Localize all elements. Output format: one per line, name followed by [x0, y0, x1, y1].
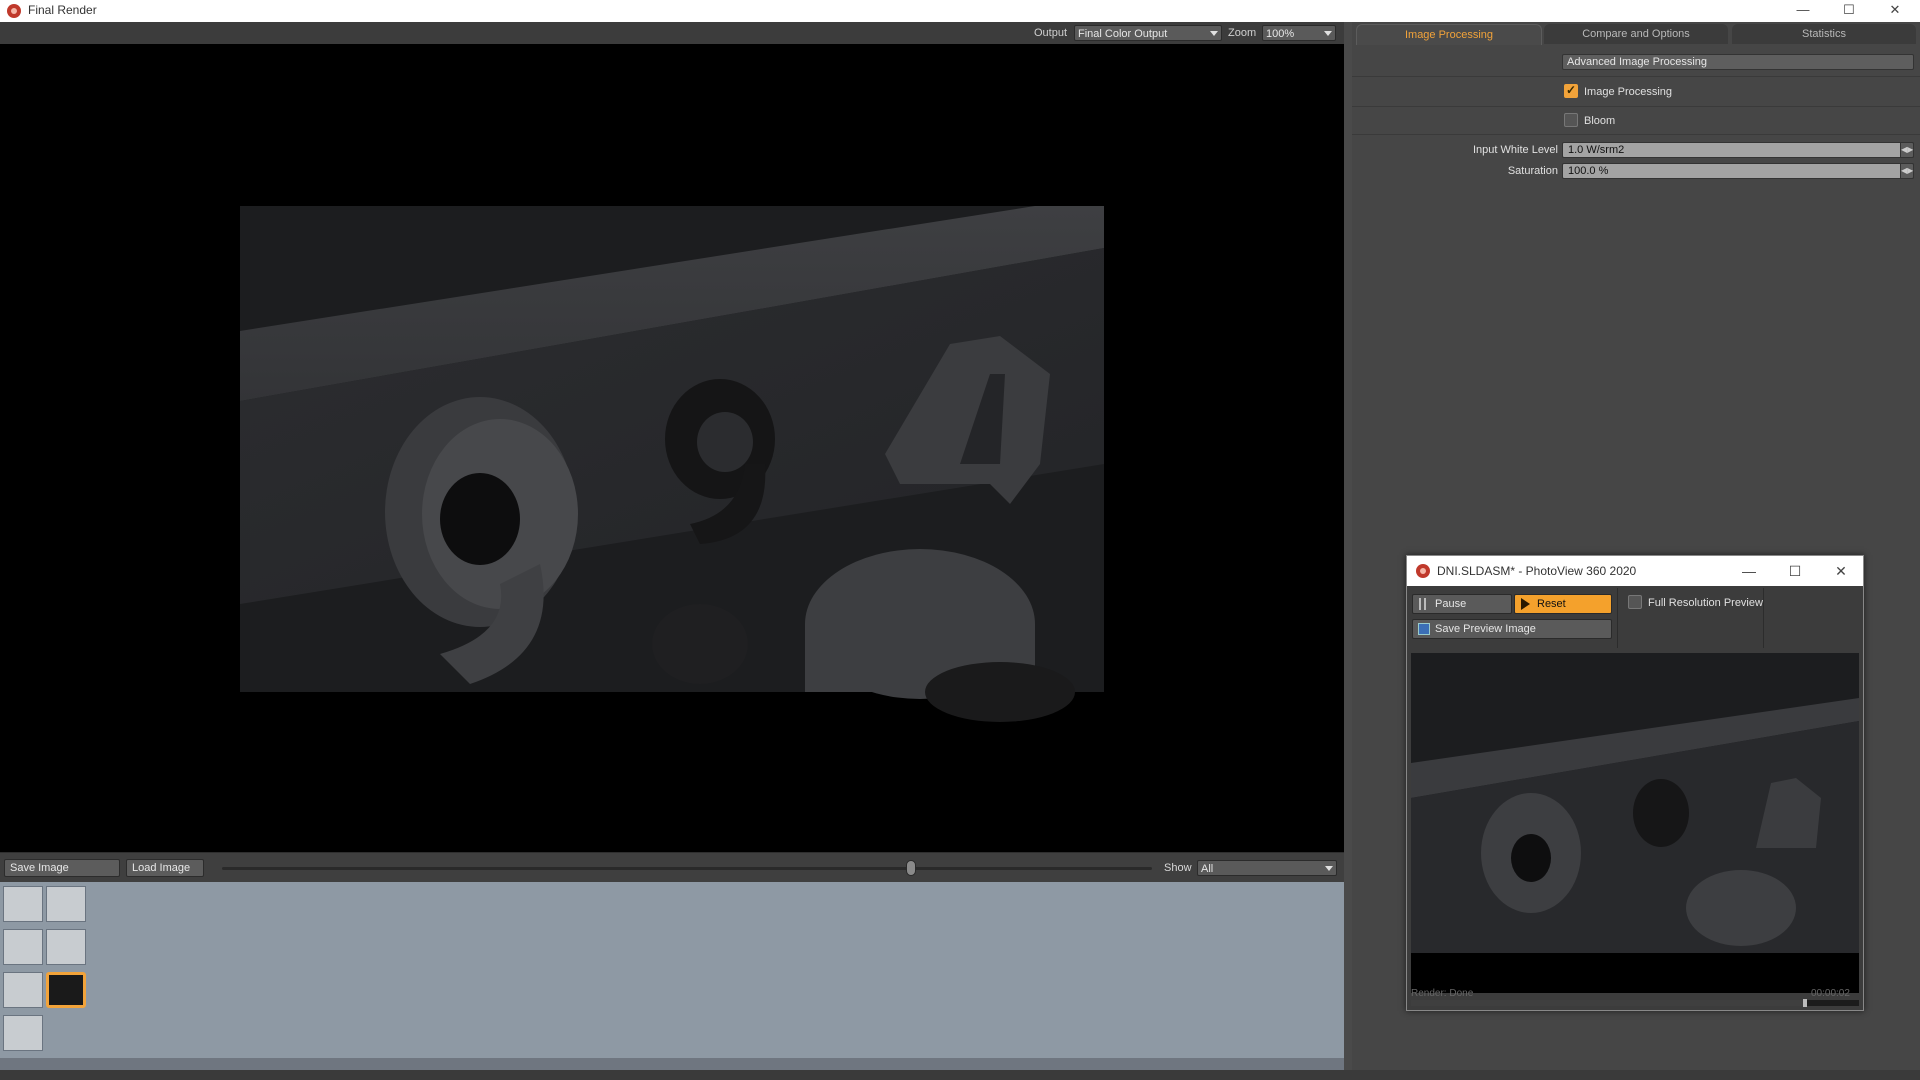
rendered-image — [240, 206, 1104, 722]
input-white-level-value: 1.0 W/srm2 — [1568, 144, 1625, 156]
pause-label: Pause — [1435, 598, 1467, 610]
minimize-button[interactable]: — — [1780, 0, 1826, 22]
divider — [1352, 76, 1920, 77]
dialog-maximize-button[interactable]: ☐ — [1777, 560, 1813, 582]
photoview-app-icon — [1416, 564, 1430, 578]
spinner-icon[interactable]: ◀▶ — [1900, 142, 1914, 158]
maximize-icon: ☐ — [1788, 563, 1802, 579]
render-viewport[interactable] — [0, 44, 1344, 852]
output-value: Final Color Output — [1078, 28, 1168, 40]
history-thumbnail[interactable] — [3, 886, 43, 922]
dialog-minimize-button[interactable]: — — [1731, 560, 1767, 582]
saturation-label: Saturation — [1507, 165, 1558, 177]
floppy-disk-icon — [1418, 623, 1430, 635]
dialog-close-button[interactable]: ✕ — [1823, 560, 1859, 582]
output-dropdown[interactable]: Final Color Output — [1074, 25, 1222, 41]
image-toolbar: Save Image Load Image Show All — [0, 852, 1344, 883]
play-icon — [1521, 598, 1530, 610]
render-history-strip — [0, 882, 1344, 1058]
maximize-icon: ☐ — [1843, 2, 1855, 17]
full-resolution-checkbox[interactable] — [1628, 595, 1642, 609]
bloom-label: Bloom — [1584, 115, 1616, 127]
close-icon: ✕ — [1889, 2, 1901, 17]
render-progress-fill — [1411, 1000, 1803, 1006]
photoview-preview-dialog: DNI.SLDASM* - PhotoView 360 2020 — ☐ ✕ P… — [1406, 555, 1864, 1011]
photoview-app-icon — [7, 4, 21, 18]
elapsed-time: 00:00:02 — [1811, 988, 1850, 999]
dialog-title-bar[interactable]: DNI.SLDASM* - PhotoView 360 2020 — ☐ ✕ — [1407, 556, 1863, 586]
window-title: Final Render — [28, 3, 97, 17]
save-preview-label: Save Preview Image — [1435, 623, 1536, 635]
dialog-title: DNI.SLDASM* - PhotoView 360 2020 — [1437, 564, 1637, 578]
show-value: All — [1201, 863, 1214, 875]
show-label: Show — [1164, 862, 1192, 874]
image-processing-label: Image Processing — [1584, 86, 1673, 98]
minimize-icon: — — [1796, 2, 1810, 17]
history-slider-thumb[interactable] — [906, 860, 916, 876]
history-thumbnail[interactable] — [3, 929, 43, 965]
load-image-button[interactable]: Load Image — [126, 859, 204, 877]
history-slider-track[interactable] — [222, 867, 1152, 870]
tab-image-processing[interactable]: Image Processing — [1356, 24, 1542, 45]
close-icon: ✕ — [1835, 563, 1847, 579]
reset-label: Reset — [1537, 598, 1566, 610]
chevron-down-icon — [1210, 31, 1218, 36]
preview-viewport[interactable] — [1411, 653, 1859, 993]
render-status: Render: Done — [1411, 988, 1474, 999]
pause-icon — [1419, 598, 1426, 610]
chevron-down-icon — [1325, 866, 1333, 871]
zoom-label: Zoom — [1228, 27, 1257, 39]
minimize-icon: — — [1742, 563, 1756, 579]
reset-button[interactable]: Reset — [1514, 594, 1612, 614]
tab-compare-and-options[interactable]: Compare and Options — [1544, 24, 1728, 44]
history-thumbnail[interactable] — [46, 929, 86, 965]
maximize-button[interactable]: ☐ — [1826, 0, 1872, 22]
title-bar: Final Render — ☐ ✕ — [0, 0, 1920, 22]
saturation-field[interactable]: 100.0 % ◀▶ — [1562, 163, 1914, 179]
saturation-value: 100.0 % — [1568, 165, 1609, 177]
bloom-checkbox[interactable] — [1564, 113, 1578, 127]
spinner-icon[interactable]: ◀▶ — [1900, 163, 1914, 179]
render-progress-bar — [1411, 999, 1859, 1007]
history-thumbnail[interactable] — [3, 972, 43, 1008]
full-resolution-label: Full Resolution Preview — [1648, 597, 1763, 609]
output-label: Output — [1034, 27, 1068, 39]
save-preview-image-button[interactable]: Save Preview Image — [1412, 619, 1612, 639]
divider — [1352, 106, 1920, 107]
preview-image — [1411, 653, 1859, 993]
pause-button[interactable]: Pause — [1412, 594, 1512, 614]
divider — [1617, 588, 1618, 648]
advanced-image-processing-button[interactable]: Advanced Image Processing — [1562, 54, 1914, 70]
divider — [1352, 134, 1920, 135]
history-thumbnail[interactable] — [3, 1015, 43, 1051]
render-progress-handle — [1803, 999, 1807, 1007]
zoom-value: 100% — [1266, 28, 1295, 40]
input-white-level-field[interactable]: 1.0 W/srm2 ◀▶ — [1562, 142, 1914, 158]
history-scrollbar[interactable] — [0, 1058, 1344, 1070]
chevron-down-icon — [1324, 31, 1332, 36]
status-strip — [0, 1070, 1920, 1080]
input-white-level-label: Input White Level — [1473, 144, 1558, 156]
history-thumbnail[interactable] — [46, 886, 86, 922]
image-processing-checkbox[interactable] — [1564, 83, 1578, 98]
divider — [1763, 588, 1764, 648]
tab-statistics[interactable]: Statistics — [1732, 24, 1916, 44]
viewport-toolbar: Output Final Color Output Zoom 100% — [0, 22, 1344, 44]
zoom-dropdown[interactable]: 100% — [1262, 25, 1336, 41]
save-image-button[interactable]: Save Image — [4, 859, 120, 877]
show-dropdown[interactable]: All — [1197, 860, 1337, 876]
close-button[interactable]: ✕ — [1872, 0, 1918, 22]
history-thumbnail-selected[interactable] — [46, 972, 86, 1008]
